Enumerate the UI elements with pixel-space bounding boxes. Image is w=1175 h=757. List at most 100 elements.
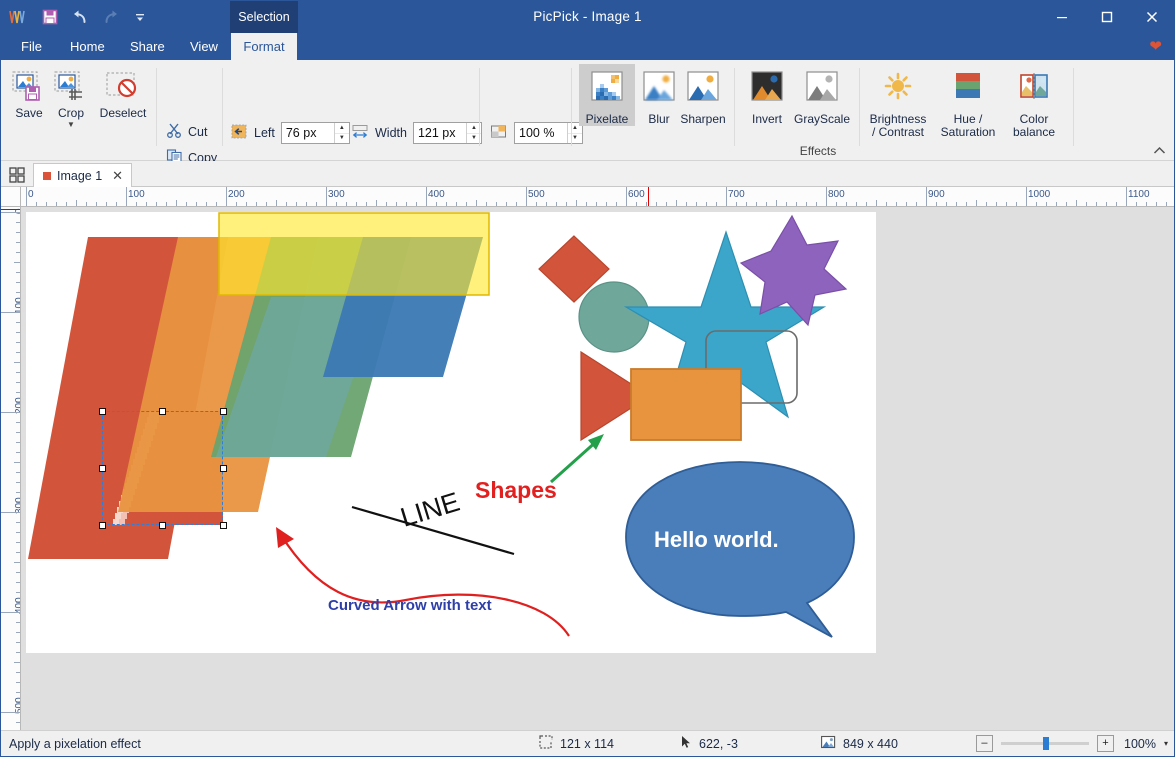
ruler-h-minor-tick <box>706 202 707 206</box>
image-size-value: 849 x 440 <box>843 737 898 751</box>
left-spinner-buttons[interactable]: ▲▼ <box>334 123 349 143</box>
zoom-slider[interactable] <box>1001 735 1089 752</box>
ruler-h-minor-tick <box>1016 202 1017 206</box>
selection-handle-w[interactable] <box>99 465 106 472</box>
width-spinner[interactable]: ▲▼ <box>413 122 482 144</box>
ruler-h-minor-tick <box>156 202 157 206</box>
selection-handle-ne[interactable] <box>220 408 227 415</box>
ruler-h-label: 300 <box>328 189 345 200</box>
effect-sharpen-button[interactable]: Sharpen <box>675 64 731 126</box>
ruler-v-minor-tick <box>16 582 20 583</box>
close-button[interactable] <box>1129 1 1174 33</box>
ruler-h-minor-tick <box>636 202 637 206</box>
document-color-swatch <box>43 172 51 180</box>
selection-handle-se[interactable] <box>220 522 227 529</box>
tab-view[interactable]: View <box>178 33 230 60</box>
ruler-h-minor-tick <box>866 202 867 206</box>
scale-spinner[interactable]: ▲▼ <box>514 122 583 144</box>
deselect-button[interactable]: Deselect <box>92 64 154 120</box>
status-selection-size: 121 x 114 <box>539 735 614 752</box>
zoom-out-button[interactable]: – <box>976 735 993 752</box>
effect-pixelate-button[interactable]: Pixelate <box>579 64 635 126</box>
selection-handle-e[interactable] <box>220 465 227 472</box>
chevron-up-icon[interactable] <box>1153 144 1166 158</box>
effect-blur-label: Blur <box>648 113 669 126</box>
ruler-h-minor-tick <box>116 202 117 206</box>
vertical-ruler[interactable]: 0100200300400500 <box>1 207 21 742</box>
ruler-v-minor-tick <box>16 672 20 673</box>
ruler-h-minor-tick <box>336 202 337 206</box>
width-field-label: Width <box>375 126 407 140</box>
effect-color-balance-button[interactable]: Color balance <box>1003 64 1065 139</box>
ruler-h-minor-tick <box>136 202 137 206</box>
zoom-slider-knob[interactable] <box>1043 737 1049 750</box>
heart-icon[interactable]: ❤ <box>1149 37 1162 55</box>
ruler-h-minor-tick <box>386 202 387 206</box>
close-icon[interactable]: ✕ <box>112 168 123 184</box>
ruler-h-minor-tick <box>46 202 47 206</box>
ruler-v-minor-tick <box>16 292 20 293</box>
ruler-h-minor-tick <box>246 202 247 206</box>
horizontal-ruler[interactable]: 010020030040050060070080090010001100 <box>21 187 1174 207</box>
ruler-h-minor-tick <box>466 202 467 206</box>
effect-hue-label-line2: Saturation <box>941 126 996 139</box>
ruler-h-minor-tick <box>266 202 267 206</box>
selection-handle-n[interactable] <box>159 408 166 415</box>
left-input[interactable] <box>282 123 334 143</box>
spin-up-icon[interactable]: ▲ <box>335 123 349 134</box>
ruler-h-minor-tick <box>1086 202 1087 206</box>
ruler-h-minor-tick <box>396 202 397 206</box>
maximize-button[interactable] <box>1084 1 1129 33</box>
ruler-h-major-tick <box>926 187 927 206</box>
width-input[interactable] <box>414 123 466 143</box>
image-canvas[interactable]: Shapes LINE Curved Arrow with text Hello… <box>26 212 876 653</box>
spin-down-icon[interactable]: ▼ <box>335 134 349 144</box>
chevron-down-icon[interactable]: ▼ <box>67 121 75 128</box>
tab-format[interactable]: Format <box>231 33 297 60</box>
ruler-h-minor-tick <box>886 202 887 206</box>
effect-grayscale-button[interactable]: GrayScale <box>789 64 855 126</box>
effect-brightness-contrast-button[interactable]: Brightness / Contrast <box>863 64 933 139</box>
selection-handle-sw[interactable] <box>99 522 106 529</box>
ribbon-separator-5 <box>734 68 735 146</box>
save-button[interactable]: Save <box>5 64 53 120</box>
ruler-h-minor-tick <box>366 202 367 206</box>
scale-spinner-buttons[interactable]: ▲▼ <box>567 123 582 143</box>
ribbon-separator-1 <box>156 68 157 146</box>
status-image-size: 849 x 440 <box>821 735 898 752</box>
selection-handle-nw[interactable] <box>99 408 106 415</box>
window-title: PicPick - Image 1 <box>1 1 1174 33</box>
effect-invert-button[interactable]: Invert <box>739 64 795 126</box>
ruler-h-minor-tick <box>876 200 877 206</box>
effect-hue-saturation-button[interactable]: Hue / Saturation <box>935 64 1001 139</box>
tab-file[interactable]: File <box>9 33 54 60</box>
scale-input[interactable] <box>515 123 567 143</box>
document-tab-bar: Image 1 ✕ <box>1 161 1174 187</box>
canvas-text-hello-world: Hello world. <box>654 527 779 552</box>
crop-button[interactable]: Crop ▼ <box>47 64 95 128</box>
ruler-v-minor-tick <box>16 652 20 653</box>
scissors-icon <box>166 122 183 141</box>
ruler-h-major-tick <box>1026 187 1027 206</box>
ruler-v-minor-tick <box>16 522 20 523</box>
contextual-tab-selection[interactable]: Selection <box>230 1 298 33</box>
tile-windows-icon[interactable] <box>5 163 29 186</box>
invert-icon <box>747 70 787 109</box>
document-tab-image-1[interactable]: Image 1 ✕ <box>33 163 132 188</box>
tab-share[interactable]: Share <box>118 33 177 60</box>
selection-handle-s[interactable] <box>159 522 166 529</box>
left-spinner[interactable]: ▲▼ <box>281 122 350 144</box>
ruler-h-minor-tick <box>96 202 97 206</box>
tab-home[interactable]: Home <box>58 33 117 60</box>
ruler-h-minor-tick <box>306 202 307 206</box>
ruler-h-minor-tick <box>666 202 667 206</box>
ruler-h-minor-tick <box>646 202 647 206</box>
cut-button[interactable]: Cut <box>162 120 211 143</box>
ruler-h-minor-tick <box>936 202 937 206</box>
chevron-down-icon[interactable]: ▾ <box>1164 739 1168 748</box>
ruler-h-minor-tick <box>236 202 237 206</box>
selection-rectangle[interactable] <box>102 411 223 525</box>
zoom-in-button[interactable]: + <box>1097 735 1114 752</box>
minimize-button[interactable] <box>1039 1 1084 33</box>
ruler-h-major-tick <box>1126 187 1127 206</box>
